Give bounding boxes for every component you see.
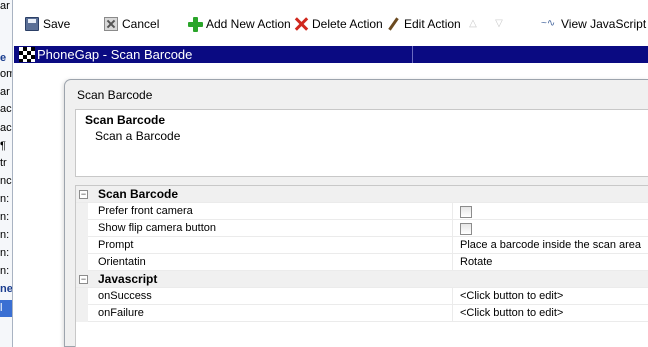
- javascript-icon: ~∿: [541, 18, 556, 29]
- prompt-value[interactable]: Place a barcode inside the scan area: [460, 237, 641, 254]
- property-name: Show flip camera button: [98, 222, 217, 234]
- sidebar-item-selected[interactable]: l: [0, 300, 12, 317]
- description-panel: Scan Barcode Scan a Barcode: [75, 109, 648, 177]
- property-name: Orientatin: [98, 256, 146, 268]
- plus-icon: [188, 17, 203, 32]
- category-label: Scan Barcode: [98, 187, 179, 201]
- row-gutter: [76, 288, 88, 305]
- category-javascript[interactable]: − Javascript: [76, 271, 648, 288]
- sidebar: ar e om ar ac ac ¶ tr nc n: n: n: n: n: …: [0, 0, 13, 347]
- cancel-icon: [104, 17, 118, 31]
- row-gutter: [76, 305, 88, 322]
- dialog-title: Scan Barcode: [77, 88, 153, 102]
- property-row-onsuccess[interactable]: onSuccess <Click button to edit>: [76, 288, 648, 305]
- category-label: Javascript: [98, 272, 158, 286]
- delete-action-button[interactable]: Delete Action: [294, 15, 383, 33]
- sidebar-item[interactable]: n:: [0, 209, 12, 226]
- row-gutter: [76, 203, 88, 220]
- sidebar-item[interactable]: ac: [0, 101, 12, 118]
- property-row-show-flip-camera-button[interactable]: Show flip camera button: [76, 220, 648, 237]
- add-new-action-label: Add New Action: [206, 17, 291, 31]
- cancel-button[interactable]: Cancel: [104, 15, 159, 33]
- save-button[interactable]: Save: [25, 15, 70, 33]
- scan-barcode-dialog: Scan Barcode Scan Barcode Scan a Barcode…: [64, 79, 648, 347]
- description-text: Scan a Barcode: [95, 129, 181, 143]
- property-row-orientation[interactable]: Orientatin Rotate: [76, 254, 648, 271]
- pen-icon: [386, 17, 400, 31]
- save-icon: [25, 17, 39, 31]
- prefer-front-camera-checkbox[interactable]: [460, 206, 472, 218]
- collapse-toggle-icon[interactable]: −: [79, 275, 88, 284]
- view-javascript-label: View JavaScript: [561, 17, 647, 31]
- delete-action-label: Delete Action: [312, 17, 383, 31]
- property-row-onfailure[interactable]: onFailure <Click button to edit>: [76, 305, 648, 322]
- sidebar-item[interactable]: ¶: [0, 138, 12, 155]
- property-grid: − Scan Barcode Prefer front camera Show …: [75, 185, 648, 347]
- cancel-label: Cancel: [122, 17, 160, 31]
- toolbar: Save Cancel Add New Action Delete Action…: [14, 0, 648, 46]
- column-separator: [452, 305, 453, 322]
- row-gutter: [76, 220, 88, 237]
- move-up-button[interactable]: △: [467, 15, 479, 33]
- sidebar-item[interactable]: tr: [0, 155, 12, 172]
- column-separator: [452, 288, 453, 305]
- column-separator: [452, 220, 453, 237]
- delete-x-icon: [294, 17, 308, 31]
- column-separator: [452, 254, 453, 271]
- onfailure-value[interactable]: <Click button to edit>: [460, 305, 563, 322]
- column-separator: [452, 237, 453, 254]
- property-name: onSuccess: [98, 290, 152, 302]
- action-title: PhoneGap - Scan Barcode: [37, 47, 193, 62]
- edit-action-button[interactable]: Edit Action: [386, 15, 461, 33]
- edit-action-label: Edit Action: [404, 17, 461, 31]
- sidebar-item[interactable]: ar: [0, 84, 12, 101]
- description-title: Scan Barcode: [85, 113, 166, 127]
- sidebar-item[interactable]: ac: [0, 120, 12, 137]
- show-flip-camera-checkbox[interactable]: [460, 223, 472, 235]
- sidebar-item[interactable]: n:: [0, 245, 12, 262]
- property-row-prefer-front-camera[interactable]: Prefer front camera: [76, 203, 648, 220]
- sidebar-item[interactable]: ar: [0, 0, 12, 15]
- move-down-button[interactable]: ▽: [493, 15, 505, 33]
- sidebar-item[interactable]: n:: [0, 263, 12, 280]
- sidebar-item[interactable]: ne: [0, 281, 12, 298]
- arrow-up-icon: △: [469, 18, 477, 29]
- collapse-toggle-icon[interactable]: −: [79, 190, 88, 199]
- property-name: onFailure: [98, 307, 144, 319]
- sidebar-item[interactable]: e: [0, 50, 12, 67]
- action-title-bar[interactable]: PhoneGap - Scan Barcode: [14, 46, 648, 63]
- orientation-value[interactable]: Rotate: [460, 254, 492, 271]
- column-separator: [452, 203, 453, 220]
- property-row-prompt[interactable]: Prompt Place a barcode inside the scan a…: [76, 237, 648, 254]
- property-name: Prompt: [98, 239, 134, 251]
- category-scan-barcode[interactable]: − Scan Barcode: [76, 186, 648, 203]
- sidebar-item[interactable]: n:: [0, 227, 12, 244]
- row-gutter: [76, 254, 88, 271]
- sidebar-item[interactable]: om: [0, 66, 12, 83]
- row-gutter: [76, 237, 88, 254]
- arrow-down-icon: ▽: [495, 18, 503, 29]
- sidebar-item[interactable]: nc: [0, 173, 12, 190]
- save-label: Save: [43, 17, 71, 31]
- property-name: Prefer front camera: [98, 205, 193, 217]
- checkered-flag-icon: [19, 47, 35, 62]
- view-javascript-button[interactable]: ~∿ View JavaScript: [541, 15, 646, 33]
- add-new-action-button[interactable]: Add New Action: [188, 15, 291, 33]
- onsuccess-value[interactable]: <Click button to edit>: [460, 288, 563, 305]
- title-separator: [412, 46, 413, 63]
- sidebar-item[interactable]: n:: [0, 191, 12, 208]
